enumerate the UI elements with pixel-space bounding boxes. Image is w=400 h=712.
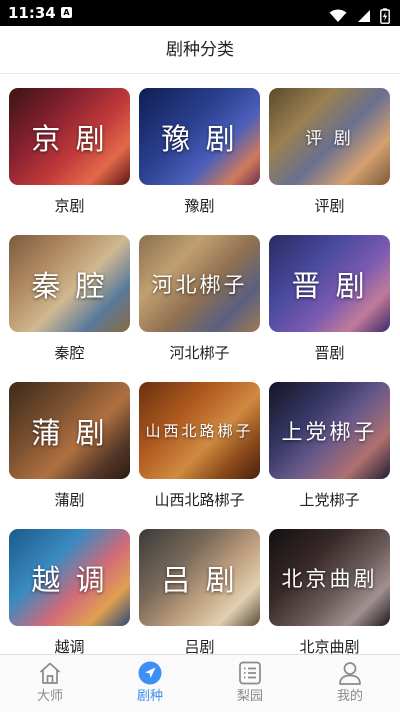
genre-card[interactable]: 蒲 剧蒲剧 [9,368,130,514]
genre-thumbnail[interactable]: 上党梆子 [269,382,390,479]
genre-label[interactable]: 秦腔 [9,343,130,363]
signal-icon [357,9,370,22]
genre-thumbnail-title: 北京曲剧 [281,566,378,591]
tab-label: 大师 [36,689,63,704]
genre-label[interactable]: 晋剧 [269,343,390,363]
notification-a-icon: A [61,7,72,18]
genre-thumbnail-title: 晋 剧 [291,268,368,303]
genre-card[interactable]: 北京曲剧 北京曲剧 [269,515,390,654]
genre-card[interactable]: 评 剧评剧 [269,74,390,220]
genre-card[interactable]: 豫 剧豫剧 [139,74,260,220]
genre-label[interactable]: 越调 [9,637,130,654]
tab-label: 我的 [336,689,363,704]
genre-card[interactable]: 河北梆子 河北梆子 [139,221,260,367]
genre-card[interactable]: 京 剧京剧 [9,74,130,220]
tab-list[interactable]: 梨园 [200,655,300,712]
status-time: 11:34 [8,4,56,22]
list-icon [237,660,263,686]
genre-thumbnail[interactable]: 京 剧 [9,88,130,185]
genre-label[interactable]: 河北梆子 [139,343,260,363]
genre-thumbnail[interactable]: 越 调 [9,529,130,626]
genre-thumbnail[interactable]: 吕 剧 [139,529,260,626]
genre-grid: 京 剧京剧豫 剧豫剧评 剧评剧秦 腔秦腔 河北梆子 河北梆子晋 剧晋剧蒲 剧蒲剧 山西… [0,74,400,654]
genre-label[interactable]: 豫剧 [139,196,260,216]
genre-card[interactable]: 吕 剧吕剧 [139,515,260,654]
wifi-icon [329,9,347,22]
genre-card[interactable]: 越 调越调 [9,515,130,654]
genre-label[interactable]: 上党梆子 [269,490,390,510]
genre-card[interactable]: 上党梆子 上党梆子 [269,368,390,514]
genre-thumbnail[interactable]: 山西北路梆子 [139,382,260,479]
tab-compass[interactable]: 剧种 [100,655,200,712]
genre-label[interactable]: 北京曲剧 [269,637,390,654]
genre-label[interactable]: 吕剧 [139,637,260,654]
tab-label: 梨园 [236,689,263,704]
tab-user[interactable]: 我的 [300,655,400,712]
genre-thumbnail-title: 蒲 剧 [31,415,108,450]
genre-thumbnail[interactable]: 豫 剧 [139,88,260,185]
user-icon [337,660,363,686]
status-bar: 11:34 A [0,0,400,26]
genre-thumbnail[interactable]: 北京曲剧 [269,529,390,626]
battery-icon [380,7,390,24]
genre-thumbnail-title: 山西北路梆子 [145,422,254,440]
genre-thumbnail[interactable]: 秦 腔 [9,235,130,332]
genre-label[interactable]: 蒲剧 [9,490,130,510]
genre-label[interactable]: 山西北路梆子 [139,490,260,510]
genre-thumbnail-title: 上党梆子 [281,419,378,444]
genre-thumbnail[interactable]: 评 剧 [269,88,390,185]
genre-thumbnail-title: 京 剧 [31,121,108,156]
genre-thumbnail-title: 越 调 [31,562,108,597]
bottom-tab-bar: 大师 剧种 梨园 我的 [0,654,400,712]
genre-thumbnail[interactable]: 晋 剧 [269,235,390,332]
genre-thumbnail-title: 吕 剧 [161,562,238,597]
genre-card[interactable]: 秦 腔秦腔 [9,221,130,367]
genre-card[interactable]: 晋 剧晋剧 [269,221,390,367]
genre-label[interactable]: 京剧 [9,196,130,216]
compass-icon [137,660,163,686]
status-icons [325,5,390,24]
page-title: 剧种分类 [166,40,234,60]
genre-thumbnail-title: 评 剧 [305,129,354,149]
genre-thumbnail[interactable]: 蒲 剧 [9,382,130,479]
genre-thumbnail-title: 河北梆子 [151,272,248,297]
genre-thumbnail[interactable]: 河北梆子 [139,235,260,332]
tab-label: 剧种 [136,689,163,704]
genre-thumbnail-title: 豫 剧 [161,121,238,156]
app-header: 剧种分类 [0,26,400,74]
genre-card[interactable]: 山西北路梆子 山西北路梆子 [139,368,260,514]
genre-label[interactable]: 评剧 [269,196,390,216]
home-icon [37,660,63,686]
tab-home[interactable]: 大师 [0,655,100,712]
genre-thumbnail-title: 秦 腔 [31,268,108,303]
